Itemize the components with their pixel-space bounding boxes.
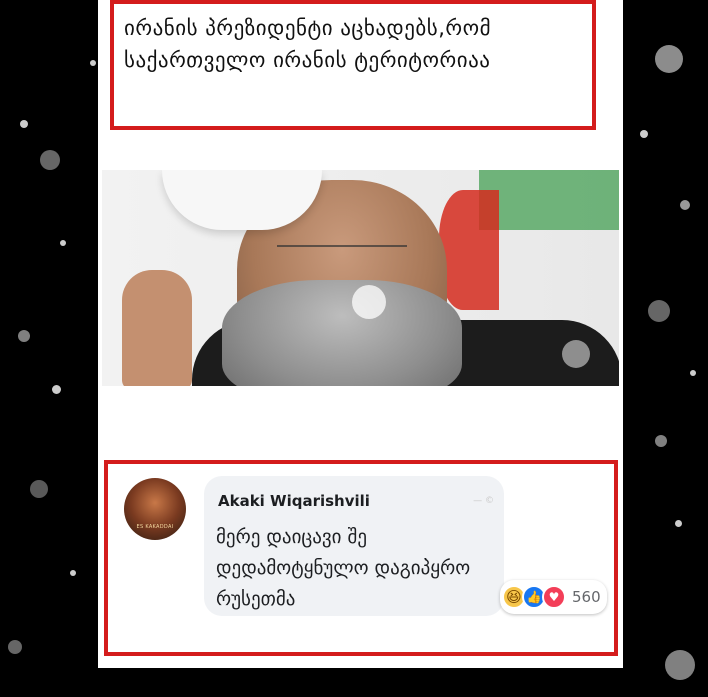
watermark-text: — © [473, 496, 494, 506]
snowflake [60, 240, 66, 246]
snowflake [352, 285, 386, 319]
snowflake [18, 330, 30, 342]
beard [222, 280, 462, 386]
snowflake [562, 340, 590, 368]
avatar[interactable]: ES KAKADDAI [124, 478, 186, 540]
reactions-bar[interactable]: 😆 👍 ♥ 560 [500, 580, 607, 614]
snowflake [20, 120, 28, 128]
comment-box: ES KAKADDAI Akaki Wiqarishvili — © მერე … [104, 460, 618, 656]
snowflake [690, 370, 696, 376]
headline-text: ირანის პრეზიდენტი აცხადებს,რომ საქართველ… [124, 16, 492, 72]
flag-red-emblem [439, 190, 499, 310]
snowflake [665, 650, 695, 680]
snowflake [655, 45, 683, 73]
snowflake [70, 570, 76, 576]
headline-box: ირანის პრეზიდენტი აცხადებს,რომ საქართველ… [110, 0, 596, 130]
snowflake [90, 60, 96, 66]
snowflake [52, 385, 61, 394]
post-photo [102, 170, 619, 386]
snowflake [30, 480, 48, 498]
love-emoji-icon: ♥ [542, 585, 566, 609]
snowflake [680, 200, 690, 210]
raised-hand [122, 270, 192, 386]
flag-green-stripe [479, 170, 619, 230]
pointing-finger [151, 309, 191, 386]
snowflake [8, 640, 22, 654]
snowflake [648, 300, 670, 322]
snowflake [655, 435, 667, 447]
glasses [277, 245, 407, 269]
avatar-text: ES KAKADDAI [136, 524, 174, 530]
comment-author[interactable]: Akaki Wiqarishvili [218, 492, 370, 510]
snowflake [40, 150, 60, 170]
snowflake [640, 130, 648, 138]
comment-bubble: Akaki Wiqarishvili — © მერე დაიცავი შე დ… [204, 476, 504, 616]
post-card: ირანის პრეზიდენტი აცხადებს,რომ საქართველ… [98, 0, 623, 668]
snowflake [675, 520, 682, 527]
comment-text: მერე დაიცავი შე დედამოტყნულო დაგიპყრო რუ… [216, 526, 471, 610]
reaction-count: 560 [572, 588, 601, 606]
